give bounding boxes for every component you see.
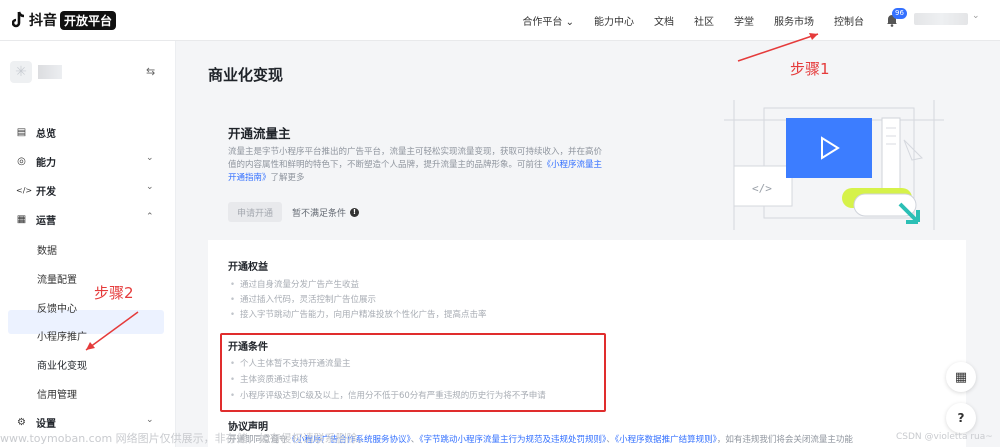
- page-title: 商业化变现: [208, 66, 284, 84]
- douyin-logo-icon: [12, 11, 25, 28]
- sidebar-item-operation[interactable]: ▦ 运营: [16, 212, 56, 227]
- sidebar-subitem-monetization[interactable]: 商业化变现: [37, 357, 87, 372]
- traffic-owner-card: 开通流量主 流量主是字节小程序平台推出的广告平台，流量主可轻松实现流量变现，获取…: [208, 100, 966, 234]
- chevron-down-icon[interactable]: ⌄: [146, 182, 154, 192]
- logo[interactable]: 抖音 开放平台: [12, 10, 117, 30]
- nav-item-docs[interactable]: 文档: [654, 13, 674, 28]
- benefit-item: 通过自身流量分发广告产生收益: [230, 278, 359, 290]
- sidebar-item-capability[interactable]: ◎ 能力: [16, 154, 56, 169]
- promo-illustration: </>: [724, 100, 944, 230]
- overview-icon: ▤: [16, 127, 27, 138]
- qr-code-icon[interactable]: ▦: [946, 362, 976, 392]
- sidebar-item-develop[interactable]: </> 开发: [16, 183, 56, 198]
- sidebar-item-label: 开发: [36, 187, 56, 198]
- sidebar: ✳ ⇆: [0, 41, 176, 447]
- conditions-highlight-box: [220, 333, 606, 412]
- help-icon[interactable]: ?: [946, 403, 976, 433]
- chevron-down-icon[interactable]: ⌄: [972, 11, 980, 21]
- main-nav: 合作平台 ⌄ 能力中心 文档 社区 学堂 服务市场 控制台: [522, 13, 864, 28]
- protocol-link[interactable]: 《小程序数据推广结算规则》: [615, 435, 717, 445]
- svg-text:</>: </>: [752, 182, 772, 195]
- ineligible-notice: 暂不满足条件 !: [292, 206, 360, 219]
- card-title: 开通流量主: [228, 126, 291, 141]
- sidebar-subitem-data[interactable]: 数据: [37, 242, 57, 257]
- code-icon: </>: [16, 186, 33, 195]
- watermark-author: CSDN @violetta rua~: [896, 432, 993, 442]
- app-name-blurred: [38, 65, 62, 79]
- switch-app-icon[interactable]: ⇆: [146, 65, 155, 78]
- sidebar-subitem-promotion[interactable]: 小程序推广: [37, 328, 87, 343]
- sidebar-subitem-credit[interactable]: 信用管理: [37, 386, 77, 401]
- watermark: www.toymoban.com 网络图片仅供展示，非存储，如有侵权请联系删除。: [0, 432, 369, 445]
- brand-tag: 开放平台: [60, 10, 117, 30]
- chevron-up-icon[interactable]: ⌃: [146, 212, 154, 222]
- card-description: 流量主是字节小程序平台推出的广告平台，流量主可轻松实现流量变现，获取可持续收入，…: [228, 146, 608, 185]
- sidebar-item-label: 设置: [36, 419, 56, 430]
- app-selector[interactable]: ✳: [10, 61, 62, 83]
- nav-item-capability[interactable]: 能力中心: [594, 13, 634, 28]
- nav-item-partner[interactable]: 合作平台 ⌄: [522, 13, 574, 28]
- nav-item-academy[interactable]: 学堂: [734, 13, 754, 28]
- sidebar-subitem-traffic[interactable]: 流量配置: [37, 271, 77, 286]
- nav-item-console[interactable]: 控制台: [834, 13, 864, 28]
- chevron-down-icon[interactable]: ⌄: [146, 153, 154, 163]
- benefits-title: 开通权益: [228, 262, 268, 273]
- step1-annotation: 步骤1: [790, 60, 830, 78]
- gear-icon: ⚙: [17, 417, 26, 428]
- chevron-down-icon[interactable]: ⌄: [146, 415, 154, 425]
- description-suffix: 了解更多: [270, 173, 305, 183]
- sidebar-item-label: 能力: [36, 158, 56, 169]
- brand-name: 抖音: [29, 13, 57, 29]
- info-icon[interactable]: !: [350, 208, 360, 217]
- benefit-item: 接入字节跳动广告能力，向用户精准投放个性化广告，提高点击率: [230, 308, 487, 320]
- sidebar-subitem-feedback[interactable]: 反馈中心: [37, 300, 77, 315]
- nav-item-community[interactable]: 社区: [694, 13, 714, 28]
- top-navbar: 抖音 开放平台 合作平台 ⌄ 能力中心 文档 社区 学堂 服务市场 控制台 96…: [0, 0, 1000, 41]
- notification-badge: 96: [892, 8, 907, 19]
- apply-button[interactable]: 申请开通: [228, 202, 282, 222]
- sidebar-item-overview[interactable]: ▤ 总览: [16, 125, 56, 140]
- sidebar-item-label: 总览: [36, 129, 56, 140]
- sidebar-item-settings[interactable]: ⚙ 设置: [16, 415, 56, 430]
- protocol-suffix: ，如有违规我们将会关闭流量主功能: [716, 435, 853, 445]
- protocol-link[interactable]: 《字节跳动小程序流量主行为规范及违规处罚规则》: [419, 435, 606, 445]
- app-avatar: ✳: [10, 61, 32, 83]
- sidebar-item-label: 运营: [36, 216, 56, 227]
- operation-icon: ▦: [16, 214, 27, 225]
- avatar[interactable]: [914, 13, 968, 25]
- nav-item-market[interactable]: 服务市场: [774, 13, 814, 28]
- capability-icon: ◎: [17, 156, 26, 167]
- benefit-item: 通过插入代码，灵活控制广告位展示: [230, 293, 376, 305]
- step2-annotation: 步骤2: [94, 284, 134, 302]
- ineligible-text: 暂不满足条件: [292, 209, 347, 219]
